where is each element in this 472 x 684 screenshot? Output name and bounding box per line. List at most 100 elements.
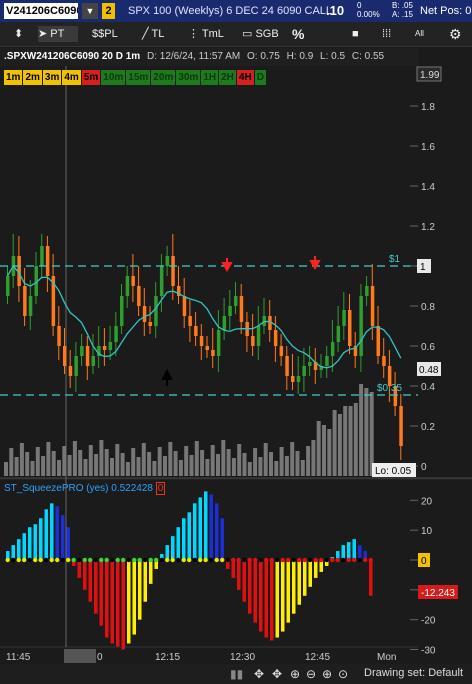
volume-bar	[269, 452, 273, 476]
zoom-in-icon[interactable]: ⊕	[322, 667, 332, 681]
pl-tool-button[interactable]: $$PL	[92, 26, 118, 42]
volume-bar	[205, 459, 210, 476]
squeeze-dot	[132, 557, 137, 563]
squeeze-dot	[368, 557, 373, 563]
low-price-label-text: Lo: 0.05	[375, 466, 412, 477]
pan-icon[interactable]: ✥	[272, 667, 282, 681]
volume-bar	[343, 406, 348, 476]
expand-icon[interactable]: ⊕	[290, 667, 300, 681]
zoom-out-icon[interactable]: ⊖	[306, 667, 316, 681]
drag-icon[interactable]: ✥	[254, 667, 264, 681]
volume-bar	[359, 384, 364, 476]
histogram-bar	[110, 560, 114, 644]
ohlc-info-bar: .SPXW241206C6090 20 D 1m D: 12/6/24, 11:…	[0, 48, 418, 66]
volume-bar	[316, 421, 321, 476]
squeeze-dot	[319, 557, 324, 563]
squeeze-dot	[280, 557, 285, 563]
trendline-tool-button[interactable]: ╱ TL	[142, 26, 164, 42]
timeframe-2m-button[interactable]: 2m	[23, 70, 42, 85]
squeeze-dot	[148, 557, 153, 563]
grid-icon[interactable]: ⁞⁞⁞	[382, 26, 391, 42]
tml-label: TmL	[201, 28, 224, 40]
timeframe-30m-button[interactable]: 30m	[176, 70, 201, 85]
indicator-name[interactable]: ST_SqueezePRO (yes)	[4, 483, 109, 494]
volume-bar	[25, 452, 30, 476]
percent-tool-button[interactable]: %	[292, 26, 304, 42]
timeframe-10m-button[interactable]: 10m	[101, 70, 126, 85]
candle-body	[279, 346, 284, 356]
drawing-set-label[interactable]: Drawing set: Default	[364, 667, 463, 679]
histogram-bar	[132, 560, 136, 635]
rectangle-icon: ▭	[242, 28, 253, 40]
squeeze-dot	[269, 557, 274, 563]
squeeze-dot	[143, 557, 148, 563]
square-icon[interactable]: ■	[352, 26, 359, 42]
timeframe-4h-button[interactable]: 4H	[236, 70, 254, 85]
squeeze-dot	[38, 557, 43, 563]
timeframe-d-button[interactable]: D	[254, 70, 266, 85]
candle-body	[228, 306, 232, 316]
histogram-bar	[281, 560, 285, 632]
timeframe-4m-button[interactable]: 4m	[62, 70, 81, 85]
volume-bar	[19, 443, 24, 476]
candle-body	[63, 346, 67, 366]
squeeze-dot	[88, 557, 93, 563]
timeframe-1m-button[interactable]: 1m	[4, 70, 23, 85]
timeframe-15m-button[interactable]: 15m	[126, 70, 151, 85]
candle-body	[102, 346, 107, 350]
histogram-bar	[270, 560, 274, 641]
volume-bar	[125, 462, 130, 476]
volume-bar	[46, 442, 51, 476]
symbol-dropdown-icon[interactable]: ▼	[82, 3, 98, 19]
volume-bar	[110, 458, 114, 476]
timeframe-5m-button[interactable]: 5m	[81, 70, 101, 85]
candle-body	[125, 276, 130, 296]
pointer-label: PT	[50, 28, 65, 40]
volume-bar	[194, 441, 199, 476]
timeframe-20m-button[interactable]: 20m	[151, 70, 176, 85]
squeeze-dot	[275, 557, 280, 563]
candle-body	[6, 276, 10, 296]
scroll-bar[interactable]: ▮▮	[230, 667, 243, 681]
candle-body	[273, 330, 278, 346]
bid-value: B: .05	[392, 1, 413, 10]
volume-bar	[88, 445, 93, 476]
volume-bar	[226, 449, 231, 476]
candle-body	[108, 342, 113, 350]
gear-icon[interactable]: ⚙	[449, 26, 462, 42]
pin-icon[interactable]: ⬍	[14, 26, 23, 42]
pointer-tool-button[interactable]: ➤ PT	[38, 26, 78, 42]
squeeze-dot	[297, 557, 302, 563]
histogram-bar	[28, 527, 32, 560]
timeframe-2h-button[interactable]: 2H	[219, 70, 236, 85]
squeeze-dot	[330, 557, 335, 563]
net-position: Net Pos: 0	[420, 5, 472, 17]
squeeze-dot	[22, 557, 27, 563]
volume-bar	[253, 448, 258, 476]
upper-line-label: $1	[389, 254, 401, 265]
last-price: .10	[326, 3, 345, 18]
timeline-tool-button[interactable]: ⋮ TmL	[188, 26, 224, 42]
squeeze-dot	[291, 557, 296, 563]
timeline-icon: ⋮	[188, 28, 199, 40]
histogram-bar	[193, 503, 197, 560]
squeeze-dot	[82, 557, 87, 563]
volume-bar	[231, 458, 236, 476]
squeeze-dot	[71, 557, 76, 563]
candle-body	[285, 356, 289, 376]
crosshair-time-badge	[64, 649, 96, 663]
timeframe-3m-button[interactable]: 3m	[42, 70, 62, 85]
all-button[interactable]: All	[415, 26, 424, 42]
symbol-field[interactable]: V241206C6090	[4, 3, 78, 19]
sgb-tool-button[interactable]: ▭ SGB	[242, 26, 279, 42]
candle-body	[23, 286, 27, 316]
squeeze-dot	[110, 557, 115, 563]
histogram-bar	[347, 542, 351, 560]
squeeze-dot	[352, 557, 357, 563]
magnifier-icon[interactable]: ⊙	[338, 667, 348, 681]
squeeze-dot	[236, 557, 241, 563]
link-group-badge[interactable]: 2	[102, 3, 115, 19]
volume-bar	[141, 443, 146, 476]
timeframe-1h-button[interactable]: 1H	[201, 70, 219, 85]
chart-area[interactable]: $1 $0.35 1.8 1.6 1.4 1.2 1 0.8 0.6 0.4 0.2 0 20 10…	[0, 66, 472, 664]
